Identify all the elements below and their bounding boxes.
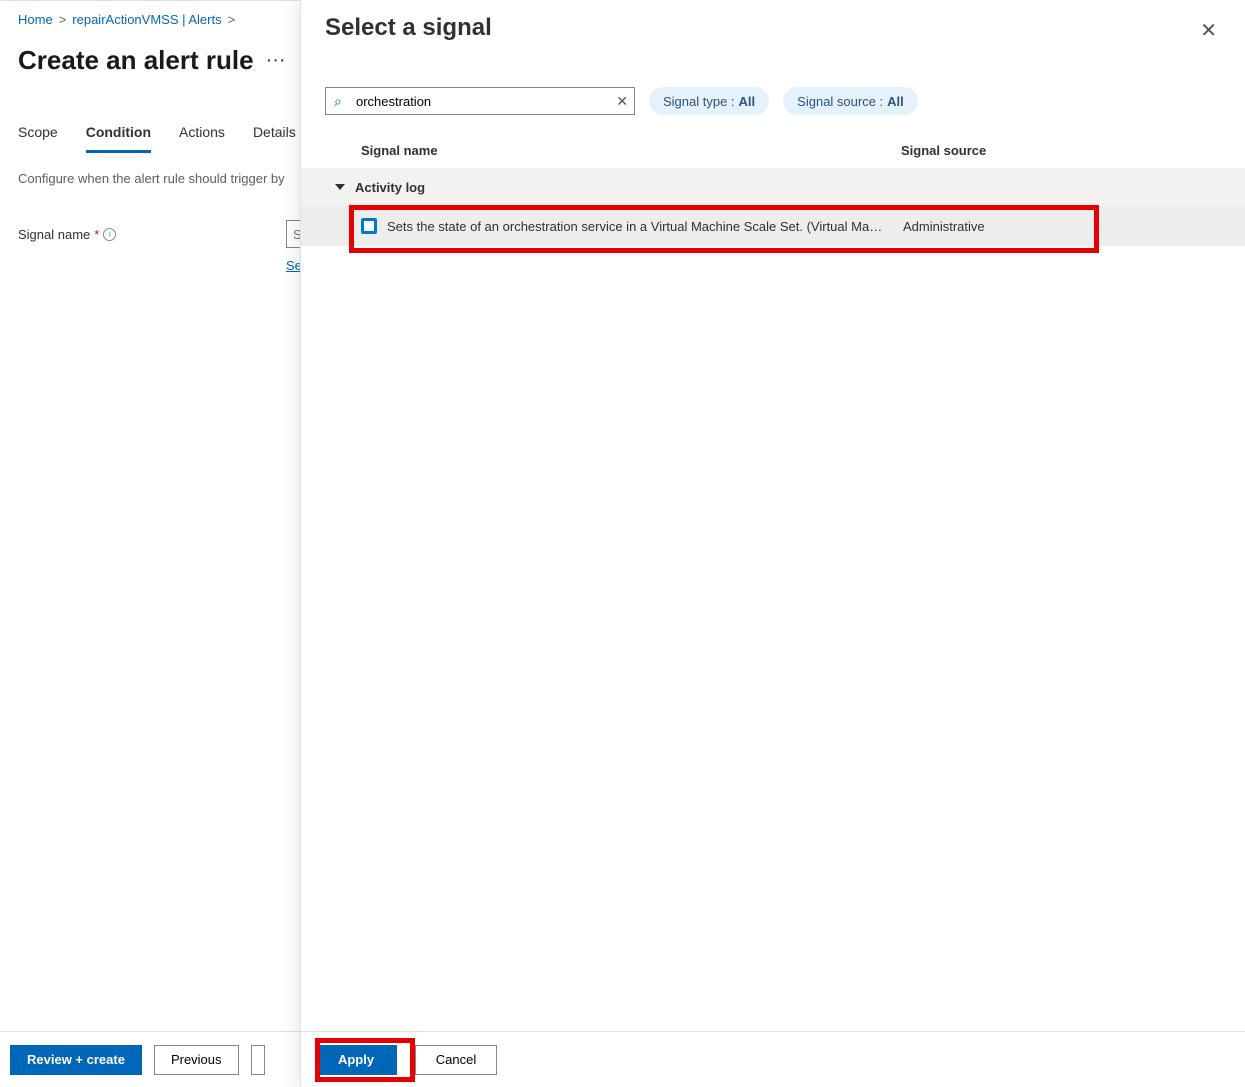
review-create-button[interactable]: Review + create (10, 1045, 142, 1075)
previous-button[interactable]: Previous (154, 1045, 239, 1075)
tab-details[interactable]: Details (253, 124, 296, 153)
col-signal-source[interactable]: Signal source (901, 143, 1221, 158)
extra-button[interactable] (251, 1045, 265, 1075)
breadcrumb-sep: > (228, 12, 236, 27)
breadcrumb-home[interactable]: Home (18, 12, 53, 27)
more-menu-button[interactable]: ··· (266, 49, 286, 72)
cancel-button[interactable]: Cancel (415, 1045, 497, 1075)
activity-log-icon (361, 218, 377, 234)
signal-row-orchestration[interactable]: Sets the state of an orchestration servi… (301, 206, 1245, 246)
search-icon: ⌕ (334, 93, 342, 110)
signal-source-filter[interactable]: Signal source : All (783, 87, 918, 115)
group-label: Activity log (355, 180, 425, 195)
select-signal-panel: Select a signal ✕ ⌕ ✕ Signal type : All … (300, 0, 1245, 1087)
signal-search-input[interactable] (326, 88, 634, 114)
page-title: Create an alert rule (18, 45, 254, 76)
signal-type-filter[interactable]: Signal type : All (649, 87, 769, 115)
tab-condition[interactable]: Condition (86, 124, 151, 153)
group-activity-log[interactable]: Activity log (301, 168, 1245, 206)
signal-search[interactable]: ⌕ ✕ (325, 87, 635, 115)
clear-search-icon[interactable]: ✕ (616, 93, 628, 110)
signal-row-source: Administrative (903, 219, 1221, 234)
col-signal-name[interactable]: Signal name (361, 143, 901, 158)
breadcrumb-sep: > (59, 12, 67, 27)
tab-actions[interactable]: Actions (179, 124, 225, 153)
signal-name-label: Signal name * i (18, 227, 268, 242)
breadcrumb-item-alerts[interactable]: repairActionVMSS | Alerts (72, 12, 221, 27)
signal-columns: Signal name Signal source (301, 133, 1245, 168)
apply-button[interactable]: Apply (315, 1045, 397, 1075)
panel-title: Select a signal (325, 14, 492, 42)
info-icon[interactable]: i (103, 228, 116, 241)
close-icon[interactable]: ✕ (1196, 14, 1221, 47)
signal-row-name: Sets the state of an orchestration servi… (387, 219, 903, 234)
tab-scope[interactable]: Scope (18, 124, 58, 153)
chevron-down-icon (335, 184, 345, 190)
required-indicator: * (94, 227, 99, 242)
panel-footer: Apply Cancel (301, 1031, 1245, 1087)
